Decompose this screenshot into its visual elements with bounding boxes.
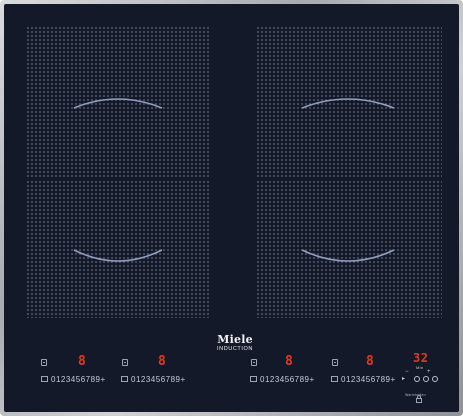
brand-subtitle: INDUCTION: [217, 346, 253, 352]
zone-arc-marker-front-right: [301, 249, 395, 262]
keep-warm-label: Warmhalten: [405, 393, 426, 397]
power-boost-icon[interactable]: [250, 376, 257, 382]
power-boost-icon[interactable]: [41, 376, 48, 382]
zone-arc-marker-rear-right: [301, 98, 395, 109]
timer-display: 32: [413, 351, 429, 365]
zone-selector-icon[interactable]: [122, 359, 128, 366]
lock-icon[interactable]: [416, 395, 422, 403]
ceramic-glass-surface: Miele INDUCTION 8 0123456789+ 8 01234567…: [4, 4, 459, 412]
power-boost-icon[interactable]: [121, 376, 128, 382]
power-boost-icon[interactable]: [331, 376, 338, 382]
keep-warm-button-icon[interactable]: [423, 376, 429, 382]
brand-name: Miele: [217, 333, 253, 346]
timer-minus-button[interactable]: −: [405, 369, 409, 376]
timer-button-icon[interactable]: [414, 376, 420, 382]
power-scale-slider[interactable]: 0123456789+: [131, 375, 186, 384]
power-level-display: 8: [158, 354, 166, 369]
power-scale-slider[interactable]: 0123456789+: [260, 375, 315, 384]
brand-logo: Miele INDUCTION: [208, 334, 262, 353]
timer-unit-label: Min: [416, 365, 424, 370]
cooktop-frame: Miele INDUCTION 8 0123456789+ 8 01234567…: [0, 0, 463, 416]
timer-plus-button[interactable]: +: [427, 369, 431, 376]
power-scale-slider[interactable]: 0123456789+: [341, 375, 396, 384]
zone-arc-marker-front-left: [73, 249, 163, 262]
zone-selector-icon[interactable]: [251, 359, 257, 366]
power-on-off-button-icon[interactable]: [432, 376, 438, 382]
zone-selector-icon[interactable]: [41, 359, 47, 366]
power-scale-slider[interactable]: 0123456789+: [51, 375, 106, 384]
zone-selector-icon[interactable]: [332, 359, 338, 366]
stop-and-go-icon[interactable]: ▸: [402, 376, 405, 383]
power-level-display: 8: [285, 354, 293, 369]
zone-arc-marker-rear-left: [73, 98, 163, 109]
power-level-display: 8: [78, 354, 86, 369]
power-level-display: 8: [366, 354, 374, 369]
